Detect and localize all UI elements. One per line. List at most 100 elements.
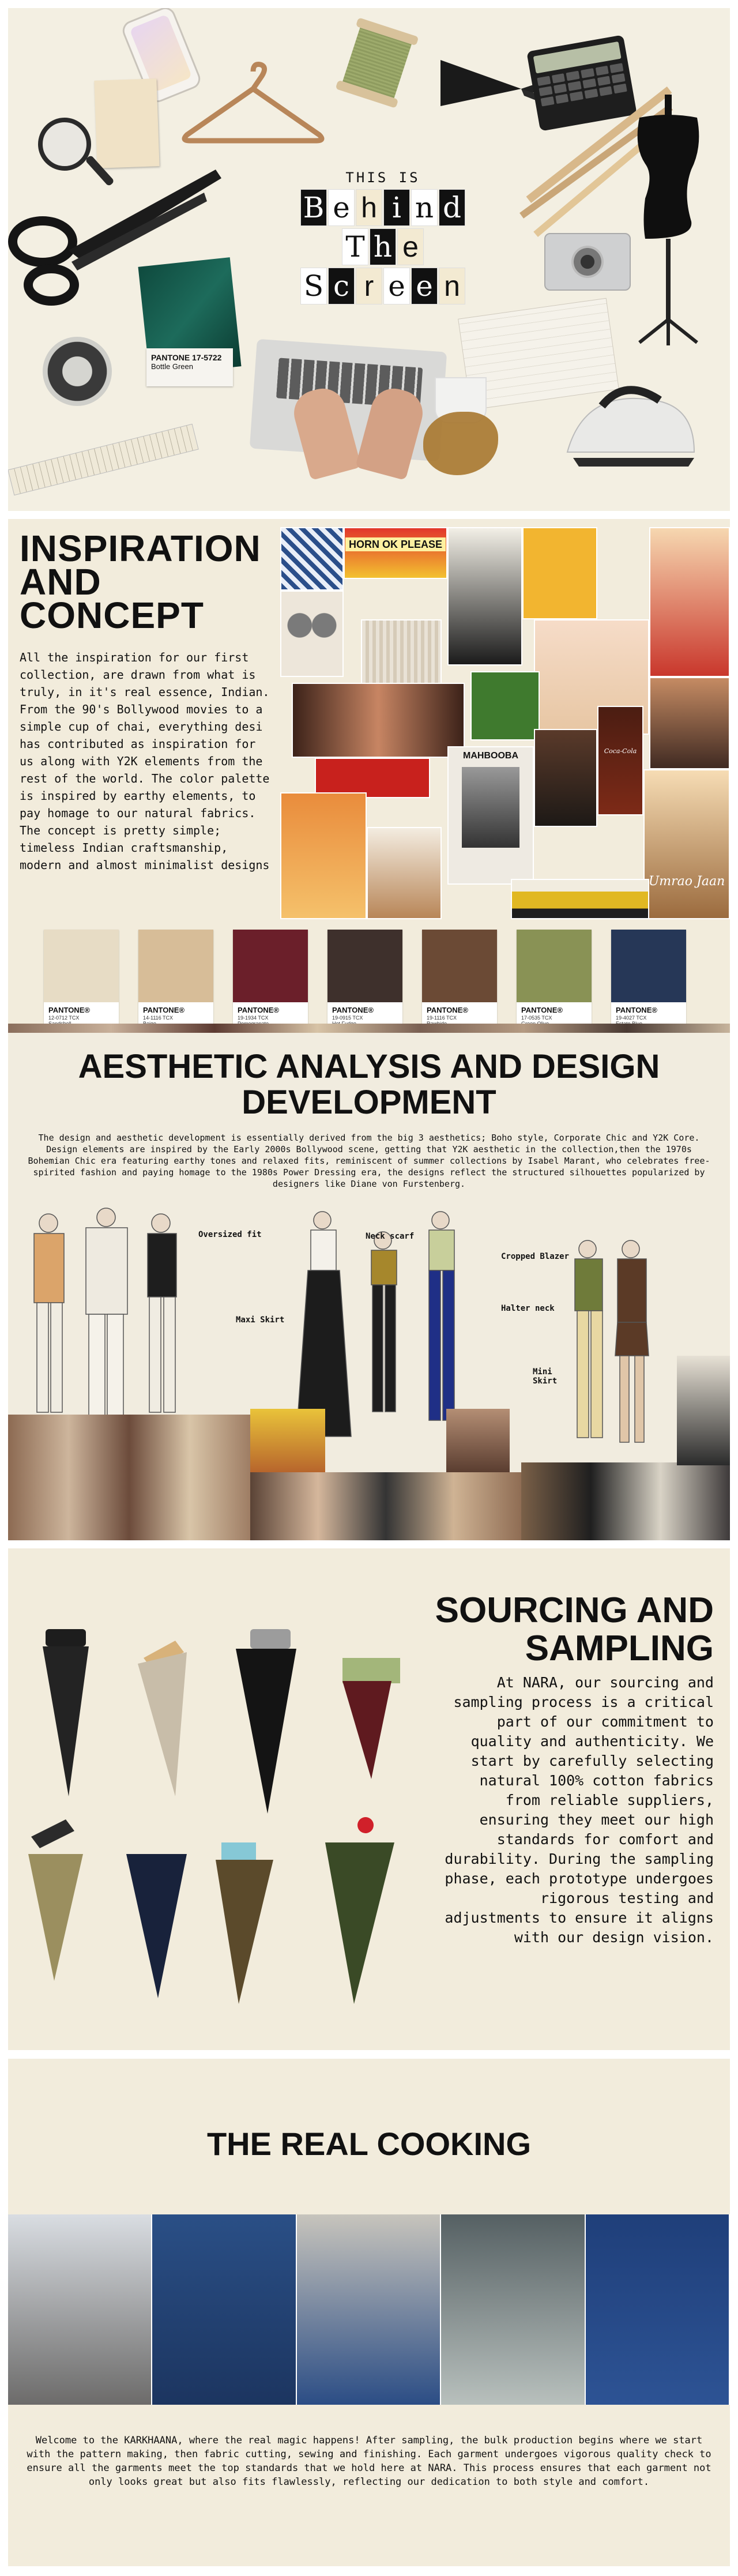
letter: c (328, 268, 355, 304)
letter: T (342, 228, 368, 265)
truck-sign-text: HORN OK PLEASE (345, 537, 446, 551)
truck-sign-image: HORN OK PLEASE (344, 527, 447, 579)
fashion-sketch-blazer (574, 1240, 649, 1443)
fabric-cutting-photo (296, 2214, 442, 2405)
letter: n (411, 189, 438, 226)
hero-word-screen: S c r e e n (268, 268, 498, 304)
annotation-oversized: Oversized fit (198, 1230, 262, 1239)
annotation-neck-scarf: Neck scarf (366, 1232, 415, 1241)
swatch-code: 12-0712 TCX (48, 1015, 80, 1021)
woman-dupatta-image (534, 729, 597, 827)
pantone-swatch: PANTONE® 19-0915 TCX Hot Fudge (327, 930, 402, 1024)
aesthetic-title: AESTHETIC ANALYSIS AND DESIGN DEVELOPMEN… (8, 1049, 730, 1120)
swatch-chip (44, 930, 119, 1002)
pantone-sub: Bottle Green (151, 362, 193, 371)
letter: i (383, 189, 410, 226)
village-woman-image (280, 792, 367, 919)
hero-small-title: THIS IS (345, 170, 420, 186)
pantone-swatch: PANTONE® 17-0535 TCX Green Olive (517, 930, 592, 1024)
yellow-art-image (522, 527, 597, 619)
swatch-brand: PANTONE® (427, 1006, 468, 1014)
swatch-chip (327, 930, 402, 1002)
chai-image (367, 827, 442, 919)
pantone-card: PANTONE 17-5722 Bottle Green (146, 348, 233, 386)
pantone-swatch: PANTONE® 19-1934 TCX Pomegranate (233, 930, 308, 1024)
swatch-chip (517, 930, 592, 1002)
pantone-swatch: PANTONE® 19-1116 TCX Rawhide (422, 930, 497, 1024)
thread-spool-image (335, 17, 419, 108)
title-line: INSPIRATION (20, 528, 261, 569)
title-line: AESTHETIC ANALYSIS AND DESIGN (78, 1048, 660, 1085)
reference-photo-karisma (446, 1409, 510, 1472)
swatch-chip (611, 930, 686, 1002)
tailor-photo (8, 2214, 153, 2405)
letter: S (300, 268, 327, 304)
letter: e (383, 268, 410, 304)
swatch-chip (422, 930, 497, 1002)
color-palette: PANTONE® 12-0712 TCX Sandshell PANTONE® 14-1… (44, 930, 686, 1024)
annotation-mini-skirt: Mini Skirt (533, 1367, 558, 1386)
pantone-swatch: PANTONE® 19-4027 TCX Estate Blue (611, 930, 686, 1024)
cooking-section: THE REAL COOKING Welcome to the KARKHAAN… (8, 2059, 730, 2566)
swatch-code: 19-4027 TCX (616, 1015, 647, 1021)
cooking-title: THE REAL COOKING (206, 2126, 532, 2162)
swatch-code: 19-0915 TCX (332, 1015, 363, 1021)
swatch-brand: PANTONE® (616, 1006, 657, 1014)
coffee-spill-image (423, 412, 498, 475)
swatch-code: 14-1116 TCX (143, 1015, 174, 1021)
iron-image (566, 386, 695, 467)
poster-woman-image (649, 527, 730, 677)
title-line: CONCEPT (20, 595, 204, 636)
annotation-cropped-blazer: Cropped Blazer (501, 1252, 570, 1261)
letter: h (356, 189, 382, 226)
letter: e (328, 189, 355, 226)
swatch-code: 19-1116 TCX (427, 1015, 457, 1021)
inspiration-body: All the inspiration for our first collec… (20, 650, 270, 872)
title-line: DEVELOPMENT (242, 1084, 496, 1121)
letter: h (370, 228, 396, 265)
inspiration-collage: HORN OK PLEASE Coca-Cola MAHBOOBA Umrao … (280, 527, 730, 919)
sourcing-section: SOURCING AND SAMPLING At NARA, our sourc… (8, 1548, 730, 2050)
sourcing-body: At NARA, our sourcing and sampling proce… (445, 1674, 714, 1946)
woman-portrait-image (649, 677, 730, 769)
measuring-tape-strip (8, 423, 199, 496)
photo-divider-strip (8, 1024, 730, 1033)
fabric-swatches-image (28, 1629, 400, 2004)
letter: e (411, 268, 438, 304)
poster-title: MAHBOOBA (463, 751, 518, 761)
annotation-halter-neck: Halter neck (501, 1304, 555, 1313)
swatch-brand: PANTONE® (521, 1006, 563, 1014)
reference-photos-right (521, 1462, 730, 1540)
blue-tile-image (280, 527, 344, 591)
cooking-body: Welcome to the KARKHAANA, where the real… (27, 2435, 711, 2488)
letter: B (300, 189, 327, 226)
swatch-chip (138, 930, 213, 1002)
title-line: SAMPLING (525, 1629, 714, 1668)
letter: d (439, 189, 465, 226)
page: PANTONE 17-5722 Bottle Green THIS IS B e… (0, 0, 738, 2576)
swatch-brand: PANTONE® (332, 1006, 374, 1014)
title-line: SOURCING AND (435, 1590, 714, 1630)
jhumka-image (280, 591, 344, 677)
dress-form-image (637, 95, 699, 345)
reference-photo-man (677, 1356, 730, 1465)
bollywood-actor-image (447, 527, 522, 665)
poster-mahbooba-image: MAHBOOBA (447, 746, 534, 885)
swatch-brand: PANTONE® (143, 1006, 184, 1014)
inspiration-title: INSPIRATION AND CONCEPT (20, 528, 273, 636)
rickshaw-image (470, 671, 540, 740)
reference-photos-left (8, 1415, 250, 1540)
letter: e (397, 228, 424, 265)
camera-image (544, 233, 631, 291)
fashion-sketch-oversized (33, 1208, 177, 1419)
ironing-photo (585, 2214, 730, 2405)
swatch-brand: PANTONE® (238, 1006, 279, 1014)
hero-section: PANTONE 17-5722 Bottle Green THIS IS B e… (8, 8, 730, 511)
fabric-texture-image (361, 619, 442, 689)
production-photos (8, 2214, 730, 2405)
pattern-cutting-photo (152, 2214, 297, 2405)
reference-photo-yellow (250, 1409, 325, 1472)
calculator-image (526, 35, 637, 131)
swatch-code: 19-1934 TCX (238, 1015, 269, 1021)
pantone-swatch: PANTONE® 14-1116 TCX Beige (138, 930, 213, 1024)
